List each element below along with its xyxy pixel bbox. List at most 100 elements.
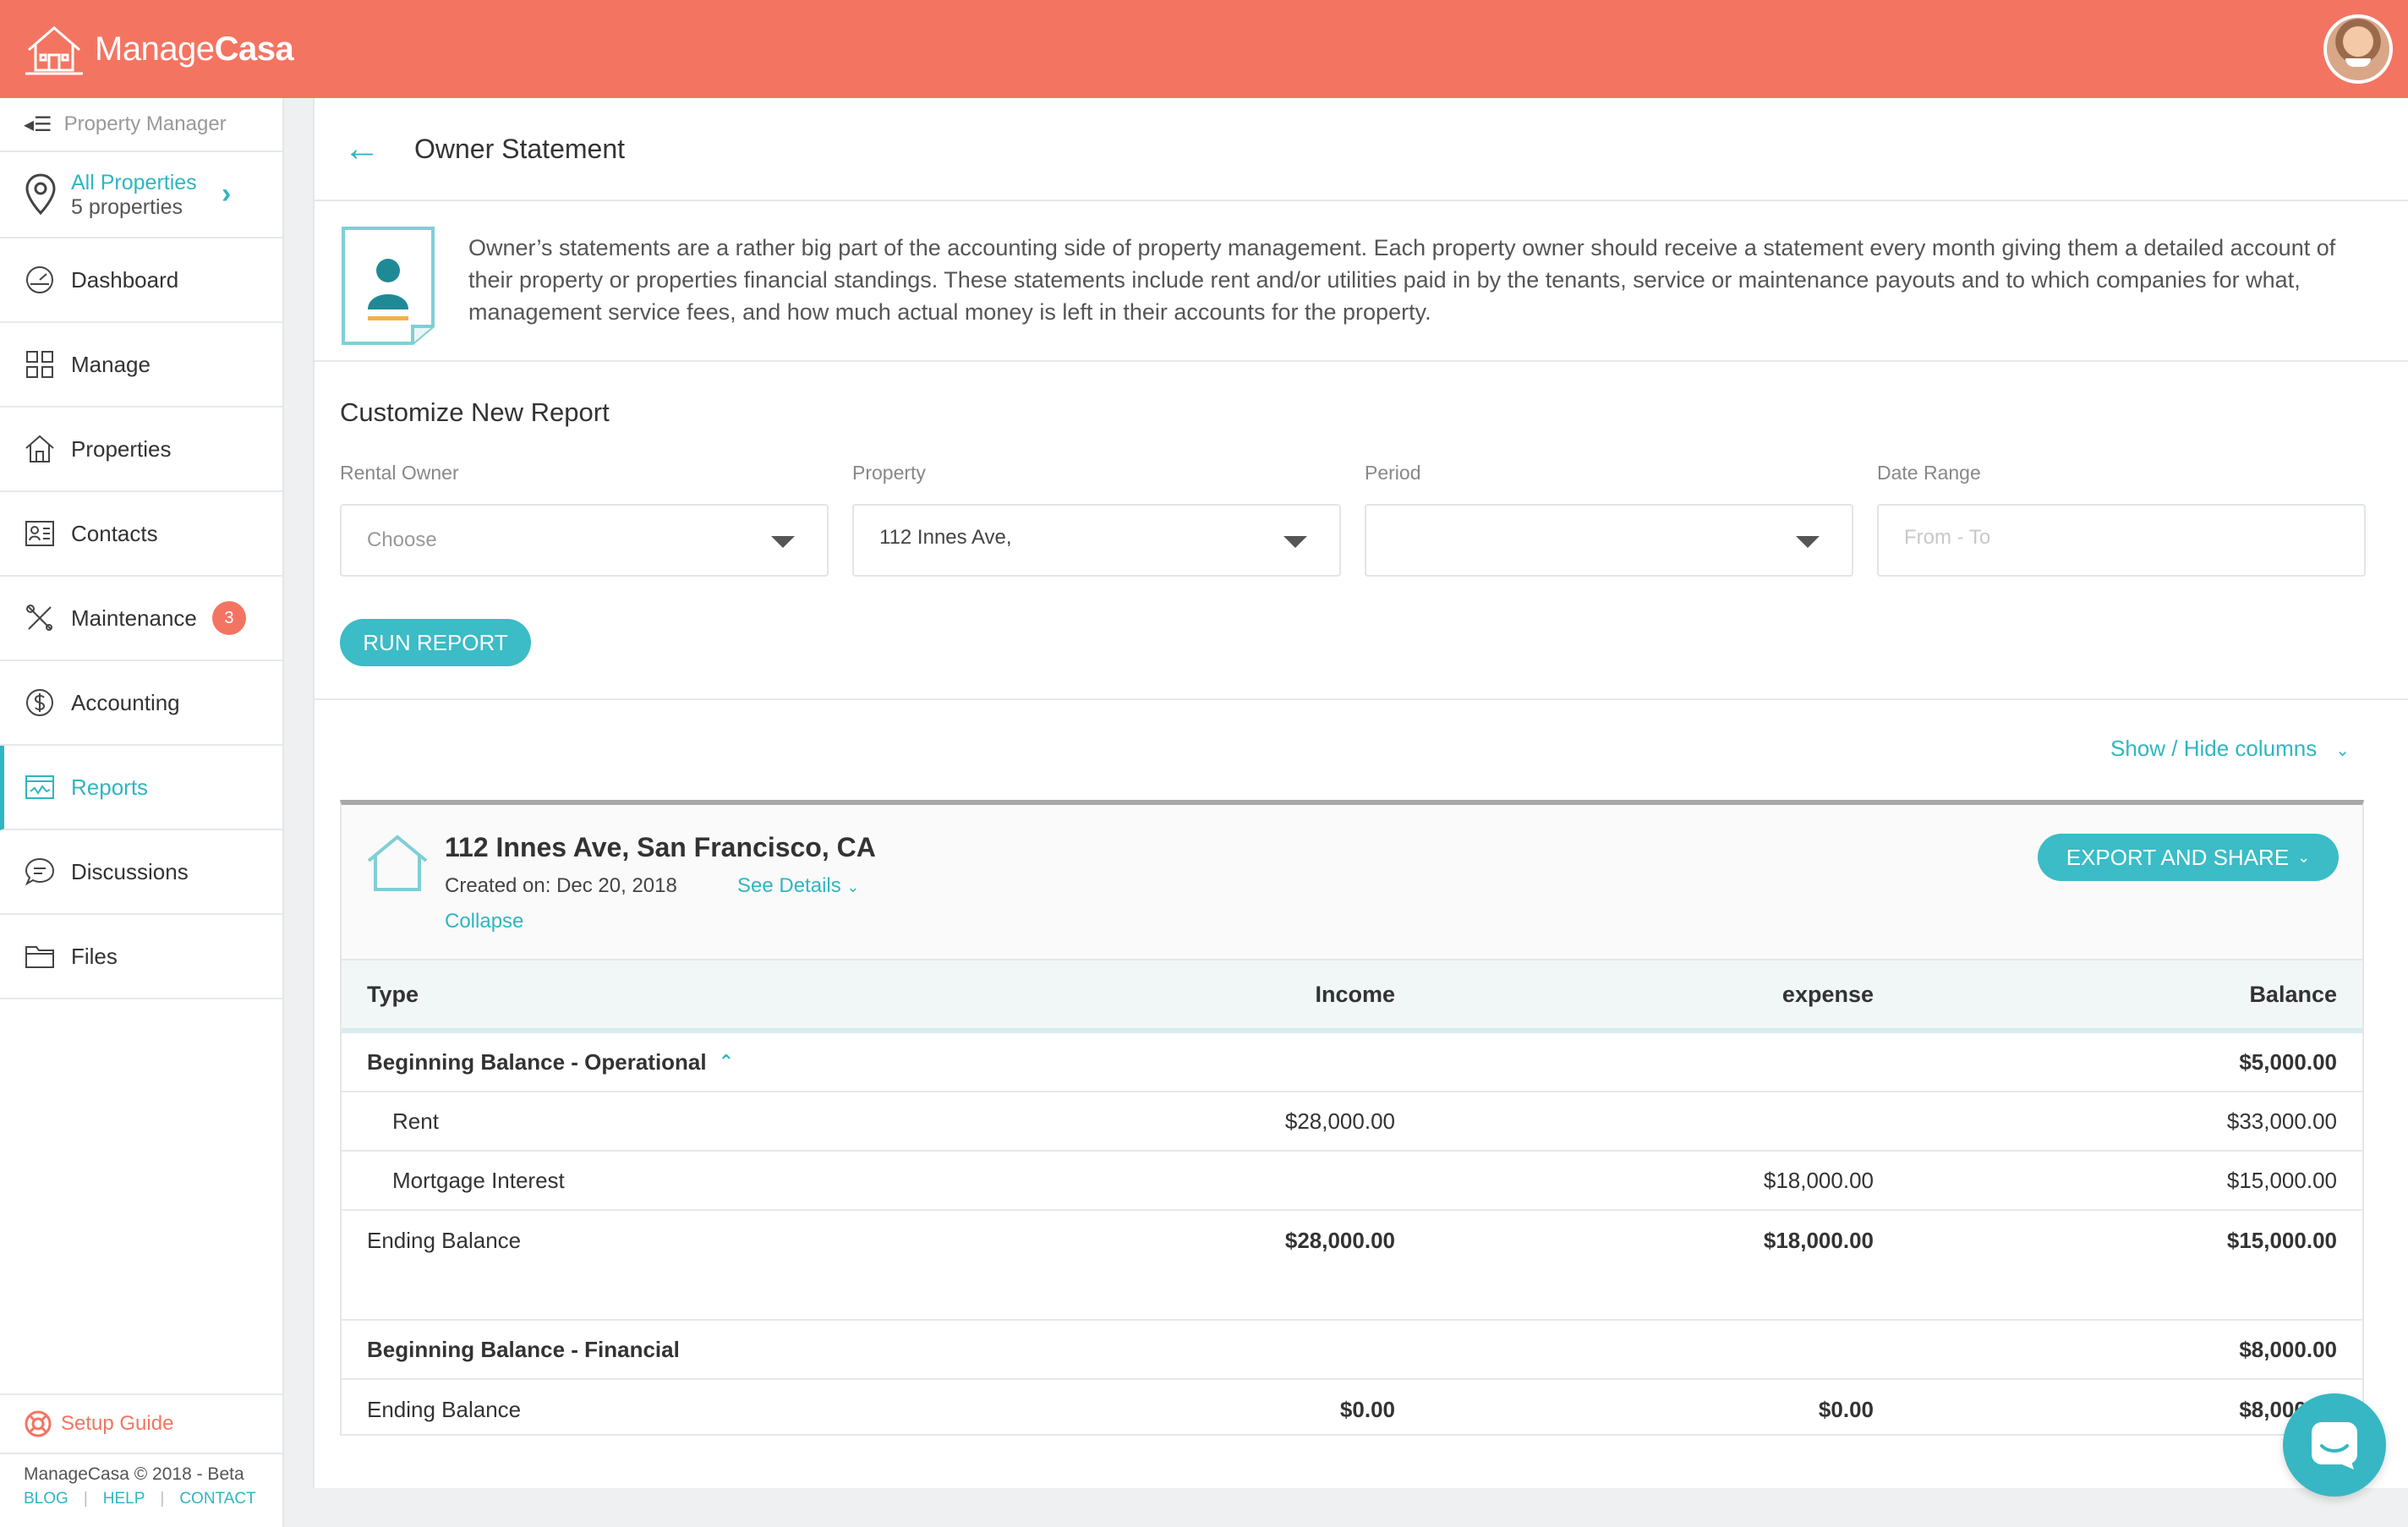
chat-bubble-icon [2312,1422,2357,1470]
chat-widget-button[interactable] [2283,1393,2386,1497]
sidebar-item-reports[interactable]: Reports [0,746,282,830]
sidebar-item-files[interactable]: Files [0,915,282,999]
table-row[interactable]: Rent $28,000.00 $33,000.00 [342,1092,2362,1152]
tools-icon [26,605,52,631]
sidebar-footer: ManageCasa © 2018 - Beta BLOG | HELP | CONTA… [0,1453,282,1527]
row-income: $28,000.00 [1284,1227,1395,1253]
column-header-income[interactable]: Income [1315,961,1395,1028]
dollar-icon [26,689,53,716]
owner-document-icon [342,227,435,345]
column-header-balance[interactable]: Balance [2249,961,2337,1028]
row-type: Ending Balance [367,1227,522,1253]
dashboard-icon [26,266,53,293]
sidebar-item-maintenance[interactable]: Maintenance 3 [0,577,282,661]
row-income: $28,000.00 [1284,1108,1395,1134]
chat-icon [25,857,55,886]
row-type: Ending Balance [367,1396,522,1422]
lifebuoy-icon [25,1410,52,1437]
customize-report-title: Customize New Report [340,397,610,427]
row-balance: $5,000.00 [2239,1048,2337,1075]
column-header-expense[interactable]: expense [1782,961,1874,1028]
divider [315,698,2408,700]
separator: | [160,1490,165,1508]
sidebar-item-discussions[interactable]: Discussions [0,830,282,915]
separator: | [83,1490,88,1508]
page-title: Owner Statement [414,133,625,164]
brand-name: ManageCasa [95,30,294,68]
grid-icon [26,351,53,378]
report-card: 112 Innes Ave, San Francisco, CA Created… [340,800,2364,1436]
chevron-down-icon: ⌄ [846,878,860,895]
collapse-menu-icon: ◂☰ [24,112,52,136]
row-type: Rent [392,1108,439,1134]
period-label: Period [1365,462,1421,484]
footer-link-contact[interactable]: CONTACT [179,1490,255,1508]
column-header-type[interactable]: Type [367,961,419,1028]
date-range-input[interactable]: From - To [1877,504,2366,577]
sidebar-item-contacts[interactable]: Contacts [0,492,282,577]
house-icon [25,435,54,462]
rental-owner-select[interactable]: Choose [340,504,829,577]
see-details-link[interactable]: See Details ⌄ [737,874,860,898]
section-spacer [342,1270,2362,1321]
period-select[interactable] [1365,504,1853,577]
sidebar-item-manage[interactable]: Manage [0,323,282,408]
chevron-down-icon: ⌄ [2297,848,2311,866]
setup-guide-link[interactable]: Setup Guide [0,1393,282,1453]
table-row[interactable]: Mortgage Interest $18,000.00 $15,000.00 [342,1152,2362,1211]
row-balance: $15,000.00 [2226,1167,2337,1193]
row-income: $0.00 [1339,1396,1395,1422]
location-pin-icon [25,173,56,216]
sidebar-item-properties[interactable]: Properties [0,408,282,492]
table-row[interactable]: Ending Balance $28,000.00 $18,000.00 $15… [342,1211,2362,1270]
sidebar: ◂☰ Property Manager All Properties 5 pro… [0,98,284,1527]
table-row[interactable]: Ending Balance $0.00 $0.00 $8,000.00 [342,1380,2362,1439]
dropdown-arrow-icon [1283,536,1307,548]
top-bar: ManageCasa [0,0,2408,98]
chevron-right-icon: › [222,178,232,210]
back-arrow-icon[interactable]: ← [343,130,380,167]
dropdown-arrow-icon [771,536,795,548]
report-address: 112 Innes Ave, San Francisco, CA [445,832,876,862]
table-row[interactable]: Beginning Balance - Operational ⌃ $5,000.… [342,1033,2362,1092]
all-properties-label: All Properties [71,171,197,194]
house-logo-icon [25,26,83,75]
table-header: Type Income expense Balance [342,961,2362,1033]
show-hide-columns-toggle[interactable]: Show / Hide columns ⌄ [2110,736,2350,762]
copyright-text: ManageCasa © 2018 - Beta [24,1464,244,1484]
property-selector[interactable]: All Properties 5 properties › [0,152,282,238]
report-created-date: Created on: Dec 20, 2018 [445,874,677,897]
row-balance: $33,000.00 [2226,1108,2337,1134]
rental-owner-label: Rental Owner [340,462,459,484]
folder-icon [25,946,54,968]
user-avatar[interactable] [2323,14,2393,84]
row-balance: $15,000.00 [2226,1227,2337,1253]
footer-link-help[interactable]: HELP [103,1490,145,1508]
main-panel: ← Owner Statement Owner’s statements are… [313,98,2408,1488]
footer-link-blog[interactable]: BLOG [24,1490,68,1508]
export-and-share-button[interactable]: EXPORT AND SHARE ⌄ [2038,834,2339,881]
sidebar-item-accounting[interactable]: Accounting [0,661,282,746]
row-type: Beginning Balance - Financial [367,1336,680,1362]
sidebar-collapse-toggle[interactable]: ◂☰ Property Manager [0,98,282,152]
row-expense: $18,000.00 [1763,1227,1874,1253]
sidebar-item-dashboard[interactable]: Dashboard [0,238,282,323]
page-header: ← Owner Statement [315,98,2408,201]
run-report-button[interactable]: RUN REPORT [340,619,531,666]
logo[interactable]: ManageCasa [22,19,294,79]
chevron-up-icon[interactable]: ⌃ [719,1051,734,1073]
date-range-label: Date Range [1877,462,1981,484]
property-count: 5 properties [71,195,183,219]
intro-text: Owner’s statements are a rather big part… [468,235,2336,325]
row-type: Mortgage Interest [392,1167,565,1193]
report-icon [25,775,54,799]
collapse-link[interactable]: Collapse [445,910,523,933]
maintenance-count-badge: 3 [211,601,246,635]
intro-section: Owner’s statements are a rather big part… [315,201,2408,362]
report-header: 112 Innes Ave, San Francisco, CA Created… [342,805,2362,961]
property-house-icon [367,835,428,891]
row-expense: $0.00 [1818,1396,1874,1422]
property-select[interactable]: 112 Innes Ave, [852,504,1341,577]
table-row[interactable]: Beginning Balance - Financial $8,000.00 [342,1321,2362,1380]
contact-card-icon [25,521,54,546]
